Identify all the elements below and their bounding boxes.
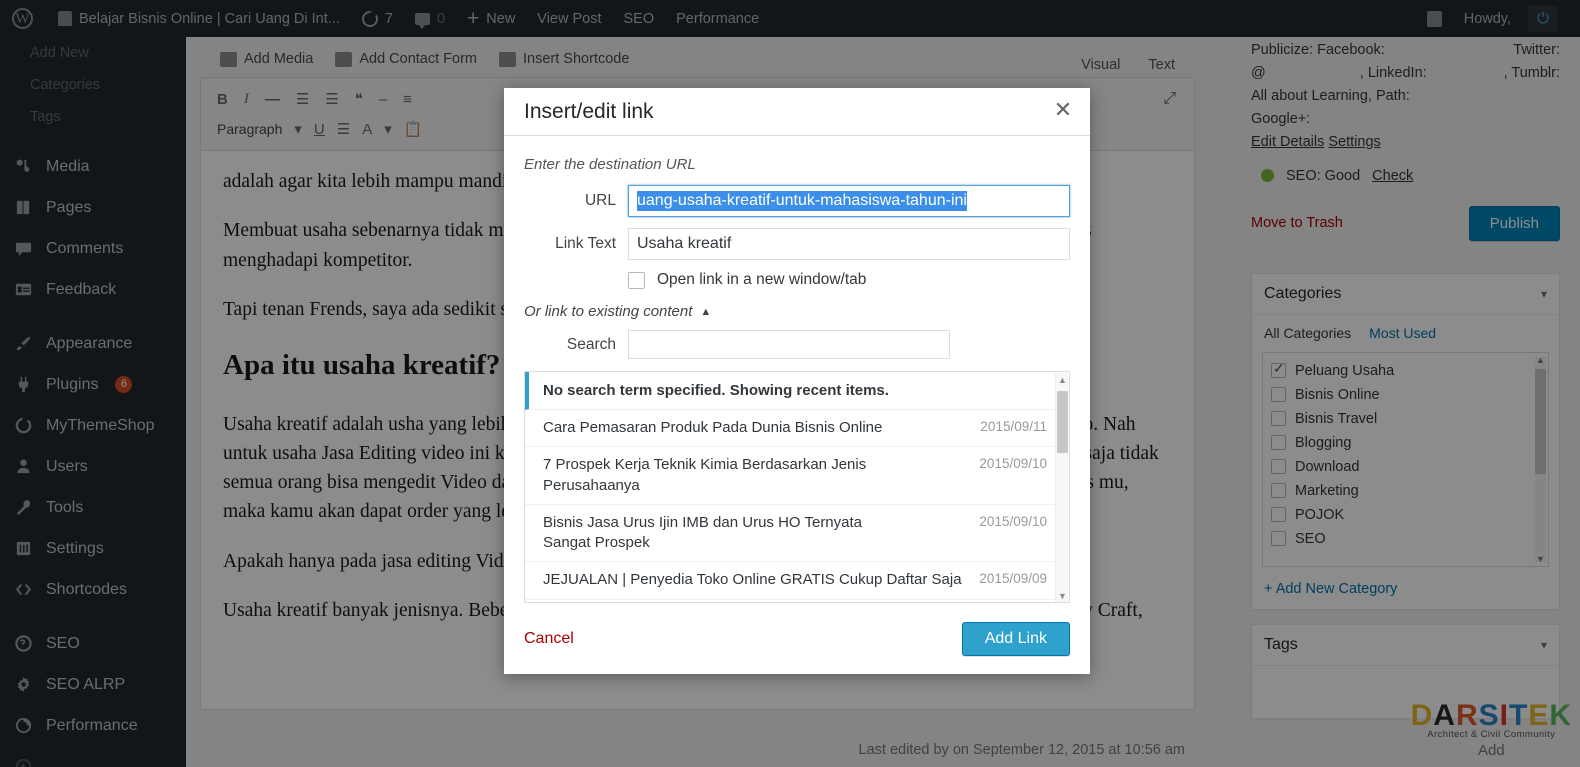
modal-footer: Cancel Add Link bbox=[504, 608, 1090, 674]
chevron-up-icon: ▲ bbox=[700, 305, 712, 318]
search-result-item[interactable]: Cara Pemasaran Produk Pada Dunia Bisnis … bbox=[525, 410, 1069, 448]
new-window-row[interactable]: Open link in a new window/tab bbox=[524, 271, 1070, 289]
scrollbar-thumb[interactable] bbox=[1057, 391, 1068, 453]
result-title: 7 Prospek Kerja Teknik Kimia Berdasarkan… bbox=[543, 456, 867, 494]
result-date: 2015/09/11 bbox=[980, 419, 1047, 434]
modal-body: Enter the destination URL URL uang-usaha… bbox=[504, 136, 1090, 608]
link-text-field-row: Link Text Usaha kreatif bbox=[524, 228, 1070, 260]
url-input-value: uang-usaha-kreatif-untuk-mahasiswa-tahun… bbox=[637, 191, 967, 211]
url-input[interactable]: uang-usaha-kreatif-untuk-mahasiswa-tahun… bbox=[628, 185, 1070, 217]
modal-header: Insert/edit link ✕ bbox=[504, 88, 1090, 136]
search-result-item[interactable]: Daftar Harga Mobil Sirion Karawang Dijam… bbox=[525, 600, 1069, 603]
existing-content-toggle[interactable]: Or link to existing content ▲ bbox=[524, 303, 1070, 320]
wordpress-admin-screen: W Belajar Bisnis Online | Cari Uang Di I… bbox=[0, 0, 1580, 767]
search-results-note: No search term specified. Showing recent… bbox=[525, 372, 1069, 410]
results-scrollbar[interactable]: ▲ ▼ bbox=[1055, 373, 1068, 602]
search-field-row: Search bbox=[524, 330, 1070, 359]
result-date: 2015/09/10 bbox=[979, 513, 1047, 529]
search-result-item[interactable]: JEJUALAN | Penyedia Toko Online GRATIS C… bbox=[525, 562, 1069, 600]
url-field-row: URL uang-usaha-kreatif-untuk-mahasiswa-t… bbox=[524, 185, 1070, 217]
search-result-item[interactable]: 7 Prospek Kerja Teknik Kimia Berdasarkan… bbox=[525, 447, 1069, 505]
close-icon[interactable]: ✕ bbox=[1050, 99, 1076, 125]
scroll-down-icon[interactable]: ▼ bbox=[1058, 591, 1067, 601]
link-text-input[interactable]: Usaha kreatif bbox=[628, 228, 1070, 260]
search-input[interactable] bbox=[628, 330, 950, 359]
search-results-box[interactable]: No search term specified. Showing recent… bbox=[524, 371, 1070, 603]
result-title: Bisnis Jasa Urus Ijin IMB dan Urus HO Te… bbox=[543, 513, 863, 551]
search-label: Search bbox=[566, 335, 616, 353]
cancel-button[interactable]: Cancel bbox=[524, 630, 574, 648]
insert-edit-link-modal: Insert/edit link ✕ Enter the destination… bbox=[504, 88, 1090, 674]
existing-content-label: Or link to existing content bbox=[524, 303, 693, 320]
result-title: JEJUALAN | Penyedia Toko Online GRATIS C… bbox=[543, 571, 962, 589]
new-window-label: Open link in a new window/tab bbox=[657, 271, 867, 288]
link-text-value: Usaha kreatif bbox=[637, 235, 732, 252]
scroll-up-icon[interactable]: ▲ bbox=[1058, 375, 1067, 385]
result-date: 2015/09/10 bbox=[979, 456, 1047, 472]
result-date: 2015/09/09 bbox=[979, 571, 1047, 587]
search-result-item[interactable]: Bisnis Jasa Urus Ijin IMB dan Urus HO Te… bbox=[525, 505, 1069, 563]
modal-title: Insert/edit link bbox=[524, 99, 654, 123]
url-label: URL bbox=[584, 192, 616, 209]
link-text-label: Link Text bbox=[555, 235, 616, 252]
new-window-checkbox[interactable] bbox=[628, 271, 645, 289]
destination-url-hint: Enter the destination URL bbox=[524, 156, 696, 173]
add-link-button[interactable]: Add Link bbox=[961, 622, 1070, 656]
result-title: Cara Pemasaran Produk Pada Dunia Bisnis … bbox=[543, 419, 883, 436]
